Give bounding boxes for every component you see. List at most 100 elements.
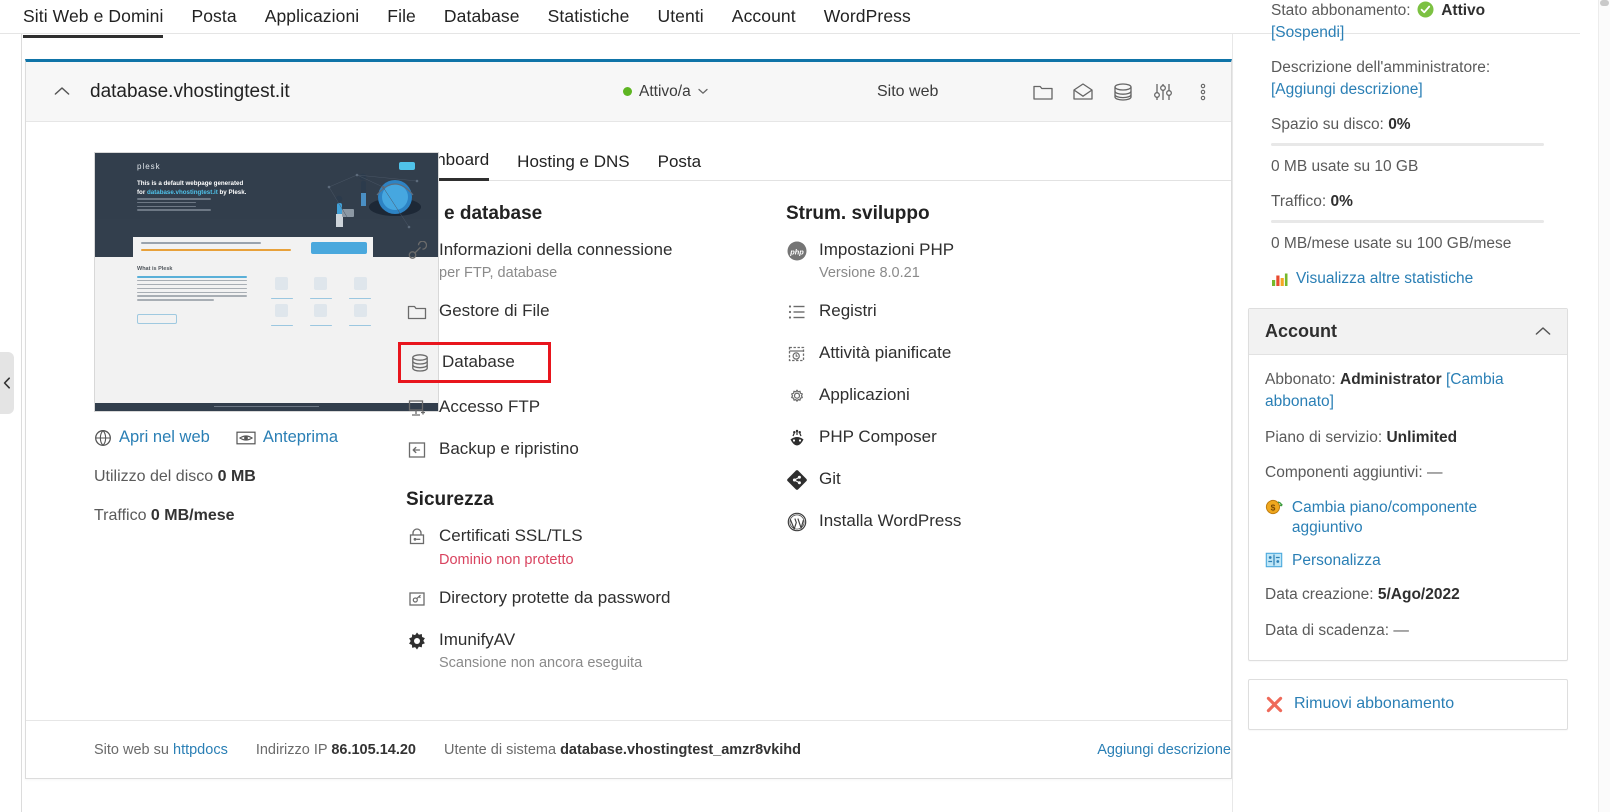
- item-label: Accesso FTP: [439, 397, 541, 417]
- item-imunifyav[interactable]: ImunifyAV Scansione non ancora eseguita: [406, 629, 786, 671]
- domain-card-header: database.vhostingtest.it Attivo/a Sito w…: [26, 62, 1231, 122]
- kebab-menu-icon[interactable]: [1191, 80, 1215, 104]
- thumbnail-hero: plesk This is a default webpage generate…: [95, 153, 438, 259]
- mail-icon[interactable]: [1071, 80, 1095, 104]
- composer-icon: [786, 427, 808, 449]
- sidebar-collapse-handle[interactable]: [0, 352, 14, 414]
- customize-action[interactable]: Personalizza: [1265, 551, 1551, 571]
- add-description-link[interactable]: [Aggiungi descrizione]: [1271, 81, 1423, 98]
- open-in-web-link[interactable]: Apri nel web: [94, 428, 210, 447]
- globe-icon: [95, 429, 111, 446]
- connection-icon: [406, 240, 428, 262]
- page-scrollbar-thumb[interactable]: [1600, 0, 1609, 6]
- created-date-row: Data creazione: 5/Ago/2022: [1265, 584, 1551, 606]
- footer-site-value[interactable]: httpdocs: [173, 742, 228, 758]
- sliders-icon[interactable]: [1151, 80, 1175, 104]
- account-panel-header[interactable]: Account: [1249, 308, 1567, 355]
- nav-item-applicazioni[interactable]: Applicazioni: [265, 0, 360, 35]
- domain-tabs-column: Dashboard Hosting e DNS Posta File e dat…: [398, 122, 1231, 780]
- change-plan-action[interactable]: $ Cambia piano/componente aggiuntivo: [1265, 498, 1551, 538]
- git-icon: [786, 469, 808, 491]
- admin-description-row: Descrizione dell'amministratore: [Aggiun…: [1271, 57, 1544, 102]
- service-plan-label: Piano di servizio:: [1265, 428, 1383, 446]
- folder-icon[interactable]: [1031, 80, 1055, 104]
- subscription-status-row: Stato abbonamento: Attivo [Sospendi]: [1271, 0, 1544, 45]
- item-git[interactable]: Git: [786, 468, 1176, 491]
- item-accesso-ftp[interactable]: Accesso FTP: [406, 396, 786, 419]
- tab-hosting-e-dns[interactable]: Hosting e DNS: [517, 152, 629, 180]
- suspend-link[interactable]: [Sospendi]: [1271, 24, 1344, 41]
- open-in-web-label: Apri nel web: [119, 428, 210, 446]
- domain-card-body: plesk This is a default webpage generate…: [26, 122, 1231, 780]
- section-title-strum-sviluppo: Strum. sviluppo: [786, 203, 930, 224]
- traffic-line: Traffico 0 MB/mese: [94, 507, 401, 525]
- nav-item-account[interactable]: Account: [732, 0, 796, 35]
- disk-space-label: Spazio su disco:: [1271, 115, 1384, 133]
- nav-item-database[interactable]: Database: [444, 0, 520, 35]
- item-registri[interactable]: Registri: [786, 300, 1176, 323]
- nav-item-wordpress[interactable]: WordPress: [824, 0, 911, 35]
- chevron-down-icon: [698, 88, 708, 94]
- traffic-meter: [1271, 220, 1544, 224]
- left-rail-divider: [21, 34, 22, 812]
- domain-collapse-toggle[interactable]: [54, 83, 74, 101]
- logs-icon: [786, 301, 808, 323]
- scheduled-tasks-icon: [786, 343, 808, 365]
- svg-text:php: php: [789, 247, 804, 256]
- ftp-icon: [406, 397, 428, 419]
- item-attivita-pianificate[interactable]: Attività pianificate: [786, 342, 1176, 365]
- item-database[interactable]: Database: [398, 342, 551, 384]
- remove-subscription-panel: Rimuovi abbonamento: [1248, 678, 1568, 730]
- more-statistics-link[interactable]: Visualizza altre statistiche: [1271, 270, 1544, 288]
- item-informazioni-della-connessione[interactable]: Informazioni della connessione per FTP, …: [406, 239, 786, 281]
- thumbnail-login-button: [311, 242, 367, 254]
- imunify-icon: [406, 630, 428, 652]
- thumbnail-paragraph: [137, 276, 247, 303]
- item-php-composer[interactable]: PHP Composer: [786, 426, 1176, 449]
- domain-card-actions: [1031, 80, 1215, 104]
- traffic-detail: 0 MB/mese usate su 100 GB/mese: [1271, 235, 1512, 253]
- footer-add-description-link[interactable]: Aggiungi descrizione: [1097, 742, 1231, 758]
- item-applicazioni[interactable]: Applicazioni: [786, 384, 1176, 407]
- service-plan-value[interactable]: Unlimited: [1386, 429, 1457, 446]
- thumbnail-section-title: What is Plesk: [137, 266, 173, 272]
- thumbnail-footer: [95, 403, 438, 411]
- nav-item-utenti[interactable]: Utenti: [657, 0, 703, 35]
- money-icon: $: [1265, 499, 1283, 514]
- chevron-up-icon[interactable]: [1535, 326, 1551, 336]
- page-scrollbar[interactable]: [1598, 0, 1610, 812]
- subscription-status-label: Stato abbonamento:: [1271, 2, 1411, 19]
- item-sublabel: Versione 8.0.21: [819, 265, 920, 282]
- thumbnail-body: What is Plesk: [95, 257, 438, 403]
- nav-item-siti-web-e-domini[interactable]: Siti Web e Domini: [23, 0, 164, 38]
- domain-name[interactable]: database.vhostingtest.it: [90, 81, 290, 103]
- nav-item-file[interactable]: File: [387, 0, 416, 35]
- item-label: Registri: [819, 301, 877, 321]
- nav-item-posta[interactable]: Posta: [191, 0, 236, 35]
- item-sublabel: Scansione non ancora eseguita: [439, 654, 643, 671]
- item-installa-wordpress[interactable]: Installa WordPress: [786, 510, 1176, 533]
- nav-item-statistiche[interactable]: Statistiche: [548, 0, 630, 35]
- item-impostazioni-php[interactable]: php Impostazioni PHP Versione 8.0.21: [786, 239, 1176, 281]
- item-backup-e-ripristino[interactable]: Backup e ripristino: [406, 438, 786, 461]
- item-label: Gestore di File: [439, 301, 550, 321]
- bar-chart-icon: [1272, 273, 1288, 286]
- item-label: Backup e ripristino: [439, 439, 579, 459]
- account-panel-body: Abbonato: Administrator [Cambia abbonato…: [1249, 355, 1567, 660]
- domain-card-footer: Sito web su httpdocs Indirizzo IP 86.105…: [26, 720, 1231, 778]
- preview-label: Anteprima: [262, 428, 339, 446]
- item-gestore-di-file[interactable]: Gestore di File: [406, 300, 786, 323]
- wordpress-icon: [786, 511, 808, 533]
- preview-link[interactable]: Anteprima: [236, 428, 338, 447]
- tab-posta[interactable]: Posta: [658, 152, 701, 180]
- item-certificati-ssl-tls[interactable]: Certificati SSL/TLS Dominio non protetto: [406, 525, 786, 568]
- thumbnail-icon-grid: [267, 277, 375, 326]
- remove-subscription-action[interactable]: Rimuovi abbonamento: [1249, 680, 1567, 729]
- item-directory-protette-da-password[interactable]: Directory protette da password: [406, 587, 786, 610]
- site-thumbnail[interactable]: plesk This is a default webpage generate…: [94, 152, 439, 412]
- database-icon[interactable]: [1111, 80, 1135, 104]
- domain-status-dropdown[interactable]: Attivo/a: [623, 83, 708, 101]
- created-date-label: Data creazione:: [1265, 586, 1374, 604]
- gear-icon: [786, 385, 808, 407]
- domain-status-label: Attivo/a: [639, 82, 691, 100]
